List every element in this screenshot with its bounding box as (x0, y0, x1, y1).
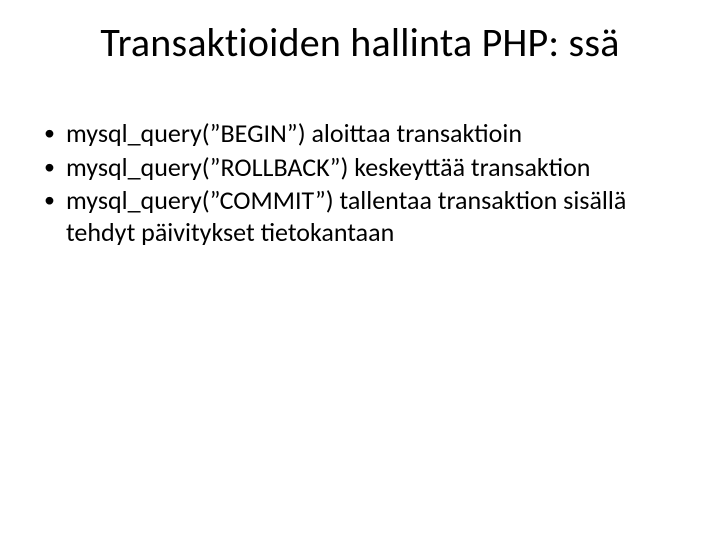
bullet-text: mysql_query(”ROLLBACK”) keskeyttää trans… (66, 151, 590, 183)
slide-title: Transaktioiden hallinta PHP: ssä (0, 18, 720, 67)
list-item: mysql_query(”COMMIT”) tallentaa transakt… (38, 185, 682, 248)
bullet-text: mysql_query(”BEGIN”) aloittaa transaktio… (66, 117, 522, 149)
bullet-text: mysql_query(”COMMIT”) tallentaa transakt… (66, 184, 626, 248)
bullet-list: mysql_query(”BEGIN”) aloittaa transaktio… (38, 118, 682, 249)
list-item: mysql_query(”ROLLBACK”) keskeyttää trans… (38, 152, 682, 184)
slide-body: mysql_query(”BEGIN”) aloittaa transaktio… (38, 118, 682, 251)
list-item: mysql_query(”BEGIN”) aloittaa transaktio… (38, 118, 682, 150)
slide: Transaktioiden hallinta PHP: ssä mysql_q… (0, 0, 720, 540)
